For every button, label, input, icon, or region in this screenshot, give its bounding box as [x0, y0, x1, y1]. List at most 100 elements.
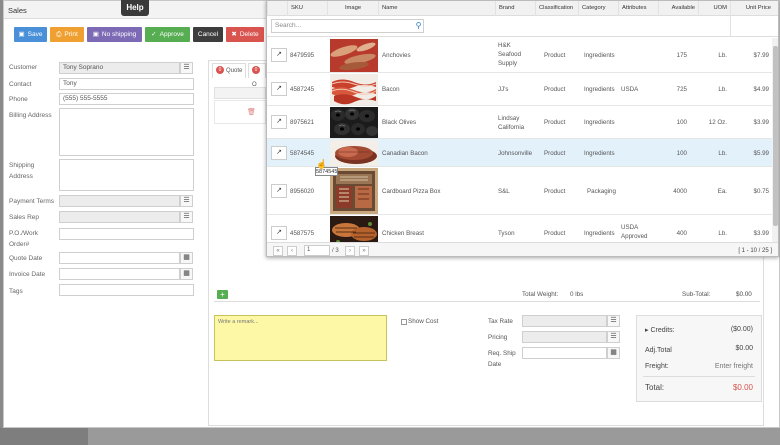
phone-field[interactable]: (555) 555-5555 — [59, 93, 194, 105]
approve-button[interactable]: ✓ Approve — [145, 27, 190, 42]
uom-cell: Ea. — [717, 188, 727, 195]
pricing-label: Pricing — [488, 334, 508, 341]
last-page-button[interactable]: » — [359, 246, 369, 256]
record-range: [ 1 - 10 / 25 ] — [738, 248, 772, 254]
tags-label: Tags — [9, 288, 23, 295]
req-ship-date-label-1: Req. Ship — [488, 350, 516, 357]
col-attributes[interactable]: Attributes — [618, 1, 658, 16]
customer-menu-button[interactable]: ☰ — [180, 62, 193, 74]
col-category[interactable]: Category — [578, 1, 618, 16]
print-button[interactable]: ⎙ Print — [50, 27, 84, 42]
product-picker-popup: SKU Image Name Brand Classification Cate… — [266, 0, 779, 257]
table-row[interactable]: ↗ 8479595 Anchovies H&K Seafood Supply P… — [267, 38, 772, 73]
tab-quote[interactable]: 0 Quote — [212, 63, 246, 78]
prev-page-button[interactable]: ‹ — [287, 246, 297, 256]
attributes-cell: USDA Approved — [621, 224, 648, 240]
calendar-icon: ▦ — [610, 349, 617, 356]
add-line-button[interactable]: + — [217, 290, 228, 299]
col-image[interactable]: Image — [327, 1, 378, 16]
sales-rep-field[interactable] — [59, 211, 180, 223]
open-external-icon[interactable]: ↗ — [271, 184, 287, 198]
brand-cell: JJ's — [498, 86, 509, 93]
uom-cell: Lb. — [718, 86, 727, 93]
table-row[interactable]: ↗ 5874545 Canadian Bacon Johnsonville Pr… — [267, 139, 772, 167]
quote-date-field[interactable] — [59, 252, 180, 264]
tax-rate-field[interactable] — [522, 315, 607, 327]
col-unit-price[interactable]: Unit Price — [730, 1, 778, 16]
col-sku[interactable]: SKU — [287, 1, 327, 16]
next-page-button[interactable]: › — [345, 246, 355, 256]
open-external-icon[interactable]: ↗ — [271, 82, 287, 96]
scrollbar-thumb[interactable] — [773, 46, 778, 226]
line-table-header — [214, 87, 266, 99]
brand-cell: H&K Seafood Supply — [498, 42, 522, 67]
po-label-1: P.O./Work — [9, 230, 39, 237]
sku-cell: 4587575 — [290, 230, 315, 237]
table-row[interactable]: ↗ 8975621 Black Olives Lindsay Californi — [267, 106, 772, 139]
freight-input[interactable]: Enter freight — [715, 363, 753, 370]
tab-order[interactable]: 0O — [248, 63, 266, 88]
tags-field[interactable] — [59, 284, 194, 296]
list-icon: ☰ — [183, 213, 190, 220]
req-ship-date-field[interactable] — [522, 347, 607, 359]
contact-field[interactable]: Tony — [59, 78, 194, 90]
category-cell: Ingredients — [584, 86, 615, 93]
req-ship-date-picker-button[interactable]: ▦ — [607, 347, 620, 359]
customer-field[interactable]: Tony Soprano — [59, 62, 180, 74]
available-cell: 400 — [676, 230, 687, 237]
help-tab[interactable]: Help — [121, 0, 149, 16]
col-name[interactable]: Name — [378, 1, 495, 16]
sku-cell: 4587245 — [290, 86, 315, 93]
first-page-button[interactable]: « — [273, 246, 283, 256]
open-external-icon[interactable]: ↗ — [271, 226, 287, 240]
list-icon: ☰ — [183, 64, 190, 71]
pricing-field[interactable] — [522, 331, 607, 343]
floppy-icon: ▣ — [18, 31, 25, 38]
no-shipping-button[interactable]: ▣ No shipping — [87, 27, 142, 42]
search-input[interactable]: Search... — [271, 19, 424, 33]
open-external-icon[interactable]: ↗ — [271, 48, 287, 62]
payment-terms-label: Payment Terms — [9, 198, 55, 205]
open-external-icon[interactable]: ↗ — [271, 115, 287, 129]
po-work-order-field[interactable] — [59, 228, 194, 240]
table-row[interactable]: ↗ 4587245 Bacon JJ's Product Ingredients… — [267, 73, 772, 106]
show-cost-label: Show Cost — [408, 318, 439, 325]
payment-terms-menu-button[interactable]: ☰ — [180, 195, 193, 207]
credits-row[interactable]: ▸ Credits: ($0.00) — [645, 326, 753, 334]
plus-icon: + — [220, 290, 225, 299]
remark-textarea[interactable]: Write a remark... — [214, 315, 387, 361]
price-cell: $3.99 — [753, 230, 769, 237]
save-button[interactable]: ▣ Save — [14, 27, 47, 42]
search-icon[interactable]: ⚲ — [413, 19, 424, 33]
pricing-menu-button[interactable]: ☰ — [607, 331, 620, 343]
page-number-input[interactable]: 1 — [304, 245, 330, 256]
cancel-button[interactable]: Cancel — [193, 27, 223, 42]
customer-label: Customer — [9, 64, 38, 71]
classification-cell: Product — [544, 52, 566, 59]
table-row[interactable]: ↗ 4587575 Chicken Breast Tyson Product I… — [267, 215, 772, 242]
open-external-icon[interactable]: ↗ — [271, 146, 287, 160]
delete-button[interactable]: ✖ Delete — [226, 27, 264, 42]
category-cell: Ingredients — [584, 230, 615, 237]
trash-icon[interactable]: 🗑 — [247, 108, 256, 116]
pager: « ‹ 1 / 3 › » [ 1 - 10 / 25 ] — [267, 242, 778, 256]
quote-date-label: Quote Date — [9, 255, 43, 262]
sales-rep-menu-button[interactable]: ☰ — [180, 211, 193, 223]
quote-date-picker-button[interactable]: ▦ — [180, 252, 193, 264]
uom-cell: Lb. — [718, 230, 727, 237]
shipping-address-field[interactable] — [59, 159, 194, 191]
table-row[interactable]: ↗ 8956020 Cardboard Pizza Box S&L Produc… — [267, 167, 772, 215]
invoice-date-picker-button[interactable]: ▦ — [180, 268, 193, 280]
payment-terms-field[interactable] — [59, 195, 180, 207]
line-table-row — [214, 100, 266, 124]
show-cost-checkbox[interactable] — [401, 319, 407, 325]
col-available[interactable]: Available — [658, 1, 698, 16]
billing-address-field[interactable] — [59, 108, 194, 156]
tax-rate-menu-button[interactable]: ☰ — [607, 315, 620, 327]
col-uom[interactable]: UOM — [698, 1, 730, 16]
grid-scrollbar[interactable] — [772, 38, 778, 242]
invoice-date-field[interactable] — [59, 268, 180, 280]
col-brand[interactable]: Brand — [495, 1, 535, 16]
col-classification[interactable]: Classification — [535, 1, 578, 16]
available-cell: 100 — [676, 150, 687, 157]
